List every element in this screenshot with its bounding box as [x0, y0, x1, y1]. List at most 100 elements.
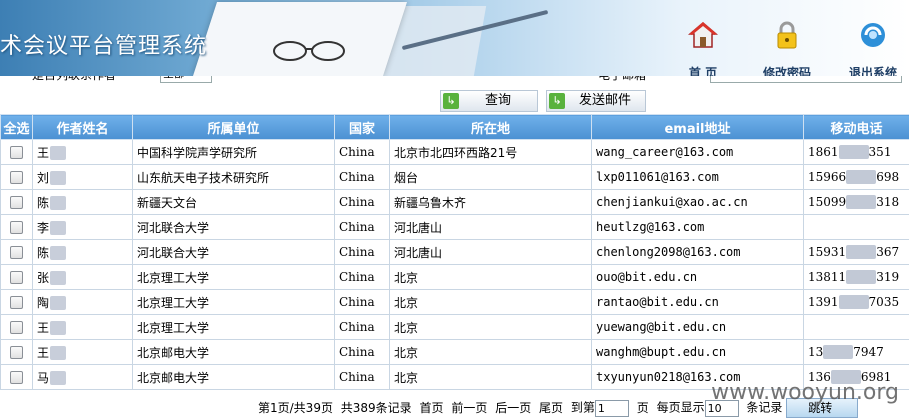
author-name-cell: 王: [32, 339, 133, 365]
country-cell: China: [334, 189, 390, 215]
row-checkbox[interactable]: [10, 246, 23, 259]
location-cell: 北京: [389, 364, 592, 390]
author-name: 陈: [37, 245, 50, 260]
row-checkbox[interactable]: [10, 171, 23, 184]
table-row[interactable]: 李 河北联合大学 China 河北唐山 heutlzg@163.com: [0, 214, 909, 240]
record-total: 共389条记录: [340, 400, 412, 415]
location-cell: 河北唐山: [389, 214, 592, 240]
author-name: 张: [37, 270, 50, 285]
location-cell: 北京: [389, 289, 592, 315]
author-name-cell: 张: [32, 264, 133, 290]
phone-start: 1391: [808, 294, 839, 309]
redaction-mark: [50, 321, 67, 335]
phone-cell: 1391 7035: [803, 289, 909, 315]
header-banner: 术会议平台管理系统 首 页 修改密码 退出系统: [0, 0, 909, 76]
author-name-cell: 王: [32, 139, 133, 165]
location-cell: 北京: [389, 264, 592, 290]
logout-button[interactable]: 退出系统: [838, 18, 908, 76]
phone-end: 7035: [868, 294, 900, 309]
row-checkbox[interactable]: [10, 321, 23, 334]
email-cell: wanghm@bupt.edu.cn: [591, 339, 804, 365]
location-cell: 北京市北四环西路21号: [389, 139, 592, 165]
home-button[interactable]: 首 页: [668, 18, 738, 76]
redaction-mark: [846, 270, 877, 285]
phone-cell: 15099 318: [803, 189, 909, 215]
unit-cell: 北京理工大学: [132, 314, 335, 340]
country-cell: China: [334, 339, 390, 365]
send-mail-button[interactable]: ↳ 发送邮件: [546, 90, 646, 112]
table-row[interactable]: 陈河北联合大学 China 河北唐山 chenlong2098@163.com 1593…: [0, 239, 909, 265]
row-checkbox[interactable]: [10, 296, 23, 309]
email-cell: chenjiankui@xao.ac.cn: [591, 189, 804, 215]
email-cell: heutlzg@163.com: [591, 214, 804, 240]
author-name: 王: [37, 345, 50, 360]
row-checkbox[interactable]: [10, 221, 23, 234]
change-password-button[interactable]: 修改密码: [752, 18, 822, 76]
phone-cell: 13 7947: [803, 339, 909, 365]
table-row[interactable]: 王 北京理工大学 China 北京 yuewang@bit.edu.cn: [0, 314, 909, 340]
unit-cell: 北京理工大学: [132, 264, 335, 290]
redaction-mark: [838, 295, 869, 310]
row-checkbox[interactable]: [10, 196, 23, 209]
redaction-mark: [50, 146, 67, 160]
phone-start: 15931: [808, 244, 847, 259]
lock-icon: [770, 18, 804, 52]
column-header: 所在地: [389, 114, 592, 140]
email-cell: ouo@bit.edu.cn: [591, 264, 804, 290]
table-row[interactable]: 张 北京理工大学 China 北京 ouo@bit.edu.cn 13811 319: [0, 264, 909, 290]
author-name: 刘: [37, 170, 50, 185]
prev-page-link[interactable]: 前一页: [451, 401, 487, 415]
country-cell: China: [334, 314, 390, 340]
author-name-cell: 王: [32, 314, 133, 340]
redaction-mark: [50, 346, 67, 360]
row-checkbox[interactable]: [10, 346, 23, 359]
phone-start: 13: [808, 344, 824, 359]
author-name-cell: 李: [32, 214, 133, 240]
phone-end: 318: [876, 194, 900, 209]
redaction-mark: [50, 196, 67, 210]
phone-start: 15966: [808, 169, 847, 184]
table-row[interactable]: 陈新疆天文台 China 新疆乌鲁木齐 chenjiankui@xao.ac.cn 15…: [0, 189, 909, 215]
table-row[interactable]: 王 北京邮电大学 China 北京 wanghm@bupt.edu.cn 13 7947: [0, 339, 909, 365]
row-checkbox-cell: [0, 239, 33, 265]
unit-cell: 河北联合大学: [132, 239, 335, 265]
unit-cell: 河北联合大学: [132, 214, 335, 240]
row-checkbox-cell: [0, 314, 33, 340]
unit-cell: 中国科学院声学研究所: [132, 139, 335, 165]
redaction-mark: [846, 245, 877, 260]
first-page-link[interactable]: 首页: [420, 401, 444, 415]
goto-page-input[interactable]: 1: [594, 399, 629, 417]
exit-icon: [856, 18, 890, 52]
phone-cell: 15931 367: [803, 239, 909, 265]
redaction-mark: [838, 145, 869, 160]
table-row[interactable]: 刘山东航天电子技术研究所 China 烟台 lxp011061@163.com 1596…: [0, 164, 909, 190]
author-name-cell: 刘: [32, 164, 133, 190]
next-page-link[interactable]: 后一页: [495, 401, 531, 415]
query-button[interactable]: ↳ 查询: [440, 90, 538, 112]
row-checkbox-cell: [0, 164, 33, 190]
country-cell: China: [334, 264, 390, 290]
author-name: 李: [37, 220, 50, 235]
author-name: 陶: [37, 295, 50, 310]
email-cell: yuewang@bit.edu.cn: [591, 314, 804, 340]
row-checkbox[interactable]: [10, 146, 23, 159]
location-cell: 新疆乌鲁木齐: [389, 189, 592, 215]
country-cell: China: [334, 289, 390, 315]
select-all-header[interactable]: 全选: [0, 114, 33, 140]
home-icon: [686, 18, 720, 52]
home-label: 首 页: [688, 66, 718, 76]
table-row[interactable]: 陶 北京理工大学 China 北京 rantao@bit.edu.cn 1391 7035: [0, 289, 909, 315]
column-header: 作者姓名: [32, 114, 133, 140]
author-name-cell: 陈: [32, 189, 133, 215]
row-checkbox[interactable]: [10, 271, 23, 284]
table-row[interactable]: 王 中国科学院声学研究所 China 北京市北四环西路21号 wang_career@1…: [0, 139, 909, 165]
author-name: 王: [37, 320, 50, 335]
row-checkbox[interactable]: [10, 371, 23, 384]
last-page-link[interactable]: 尾页: [539, 401, 563, 415]
column-header: 国家: [334, 114, 390, 140]
redaction-mark: [50, 271, 67, 285]
table-header-row: 全选 作者姓名 所属单位 国家 所在地 email地址 移动电话: [0, 114, 909, 140]
phone-end: 7947: [853, 344, 884, 359]
per-page-prefix: 每页显示: [656, 400, 705, 415]
phone-end: 319: [876, 269, 900, 284]
